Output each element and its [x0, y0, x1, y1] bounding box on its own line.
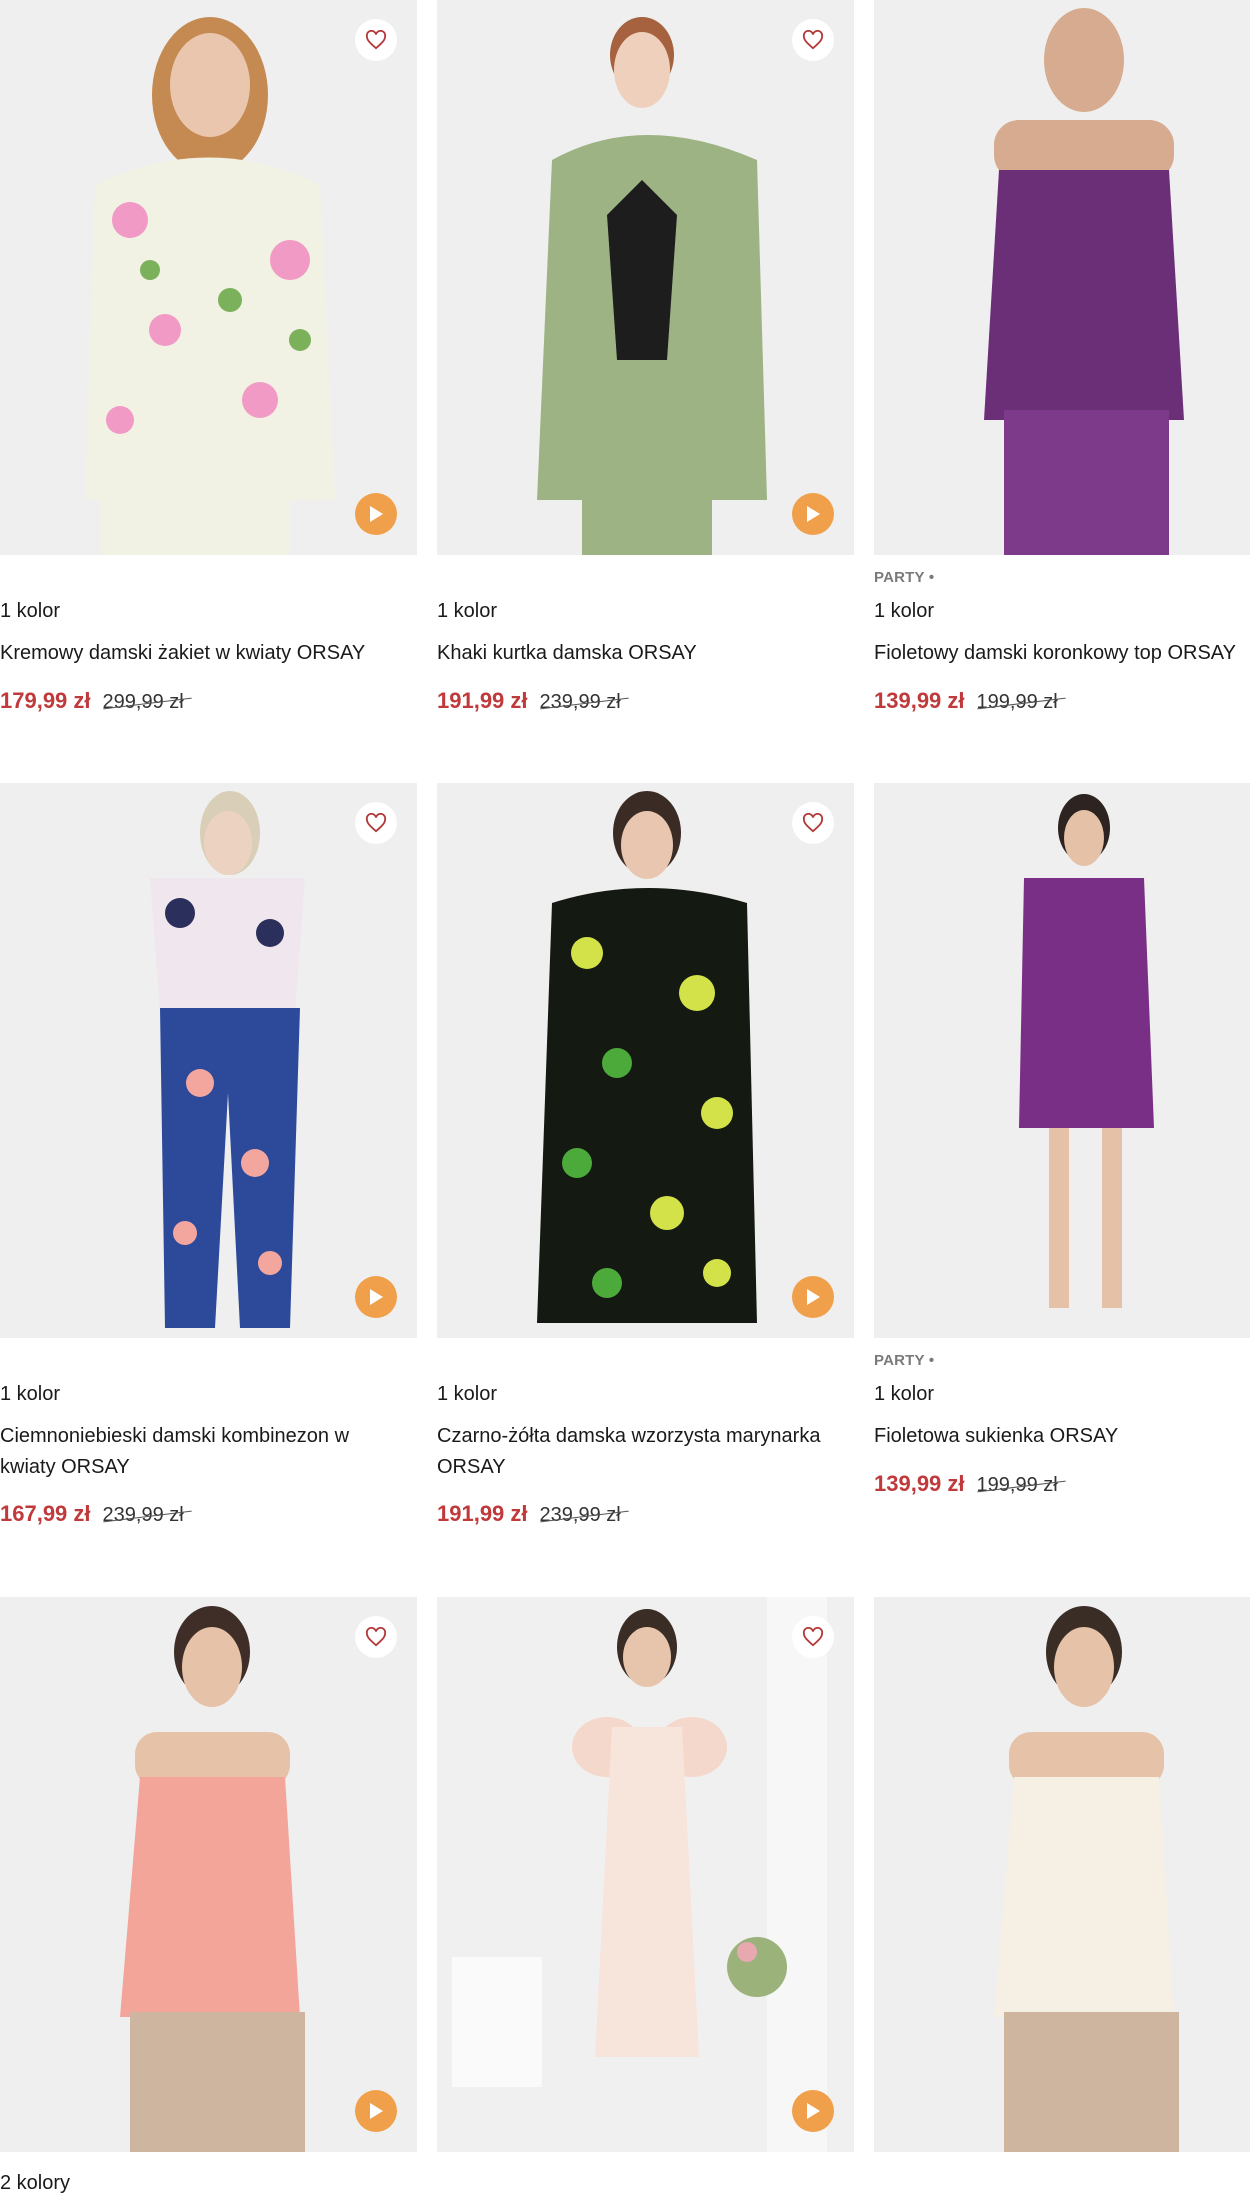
heart-outline-icon [365, 30, 387, 50]
product-image[interactable] [437, 1597, 854, 2152]
product-name-link[interactable]: Kremowy damski żakiet w kwiaty ORSAY [0, 638, 417, 669]
sale-price: 191,99 zł [437, 1501, 528, 1526]
model-purple-dress-image [874, 783, 1250, 1338]
product-name-link[interactable]: Czarno-żółta damska wzorzysta marynarka … [437, 1421, 847, 1483]
color-count: 1 kolor [0, 600, 61, 622]
color-count: 1 kolor [874, 1383, 935, 1405]
heart-outline-icon [802, 813, 824, 833]
product-name-link[interactable]: Ciemnoniebieski damski kombinezon w kwia… [0, 1421, 380, 1483]
original-price: 239,99 zł [539, 691, 621, 713]
model-cream-dress-image [437, 1597, 854, 2152]
play-video-button[interactable] [792, 493, 834, 535]
add-to-wishlist-button[interactable] [355, 19, 397, 61]
color-count: 1 kolor [874, 600, 935, 622]
model-peach-ruffle-top-image [0, 1597, 417, 2152]
product-image[interactable] [874, 783, 1250, 1338]
play-icon [370, 1289, 383, 1305]
product-image[interactable] [437, 783, 854, 1338]
model-purple-lace-top-image [874, 0, 1250, 555]
heart-outline-icon [802, 1627, 824, 1647]
color-count: 2 kolory [0, 2172, 71, 2194]
product-image[interactable] [0, 0, 417, 555]
original-price: 299,99 zł [102, 691, 184, 713]
original-price: 239,99 zł [102, 1504, 184, 1526]
sale-price: 191,99 zł [437, 688, 528, 713]
model-floral-blazer-image [0, 0, 417, 555]
product-image[interactable] [437, 0, 854, 555]
model-lemon-print-blazer-image [437, 783, 854, 1338]
product-name-link[interactable]: Khaki kurtka damska ORSAY [437, 638, 854, 669]
play-video-button[interactable] [355, 1276, 397, 1318]
original-price: 239,99 zł [539, 1504, 621, 1526]
play-video-button[interactable] [792, 2090, 834, 2132]
model-khaki-jacket-image [437, 0, 854, 555]
add-to-wishlist-button[interactable] [355, 802, 397, 844]
sale-price: 139,99 zł [874, 1471, 965, 1496]
product-name-link[interactable]: Fioletowy damski koronkowy top ORSAY [874, 638, 1250, 669]
product-image[interactable] [874, 0, 1250, 555]
play-icon [807, 506, 820, 522]
play-video-button[interactable] [355, 2090, 397, 2132]
product-tag[interactable]: PARTY • [874, 1352, 934, 1369]
product-tag[interactable]: PARTY • [874, 569, 934, 586]
color-count: 1 kolor [437, 600, 498, 622]
play-icon [807, 1289, 820, 1305]
original-price: 199,99 zł [976, 691, 1058, 713]
product-name-link[interactable]: Fioletowa sukienka ORSAY [874, 1421, 1250, 1452]
sale-price: 167,99 zł [0, 1501, 91, 1526]
sale-price: 139,99 zł [874, 688, 965, 713]
play-icon [370, 2103, 383, 2119]
model-ivory-ruffle-top-image [874, 1597, 1250, 2152]
play-icon [370, 506, 383, 522]
color-count: 1 kolor [437, 1383, 498, 1405]
heart-outline-icon [802, 30, 824, 50]
product-image[interactable] [0, 1597, 417, 2152]
original-price: 199,99 zł [976, 1474, 1058, 1496]
model-navy-floral-jumpsuit-image [0, 783, 417, 1338]
color-count: 1 kolor [0, 1383, 61, 1405]
play-icon [807, 2103, 820, 2119]
play-video-button[interactable] [355, 493, 397, 535]
add-to-wishlist-button[interactable] [792, 802, 834, 844]
product-image[interactable] [874, 1597, 1250, 2152]
add-to-wishlist-button[interactable] [355, 1616, 397, 1658]
add-to-wishlist-button[interactable] [792, 19, 834, 61]
heart-outline-icon [365, 813, 387, 833]
add-to-wishlist-button[interactable] [792, 1616, 834, 1658]
sale-price: 179,99 zł [0, 688, 91, 713]
heart-outline-icon [365, 1627, 387, 1647]
product-image[interactable] [0, 783, 417, 1338]
play-video-button[interactable] [792, 1276, 834, 1318]
